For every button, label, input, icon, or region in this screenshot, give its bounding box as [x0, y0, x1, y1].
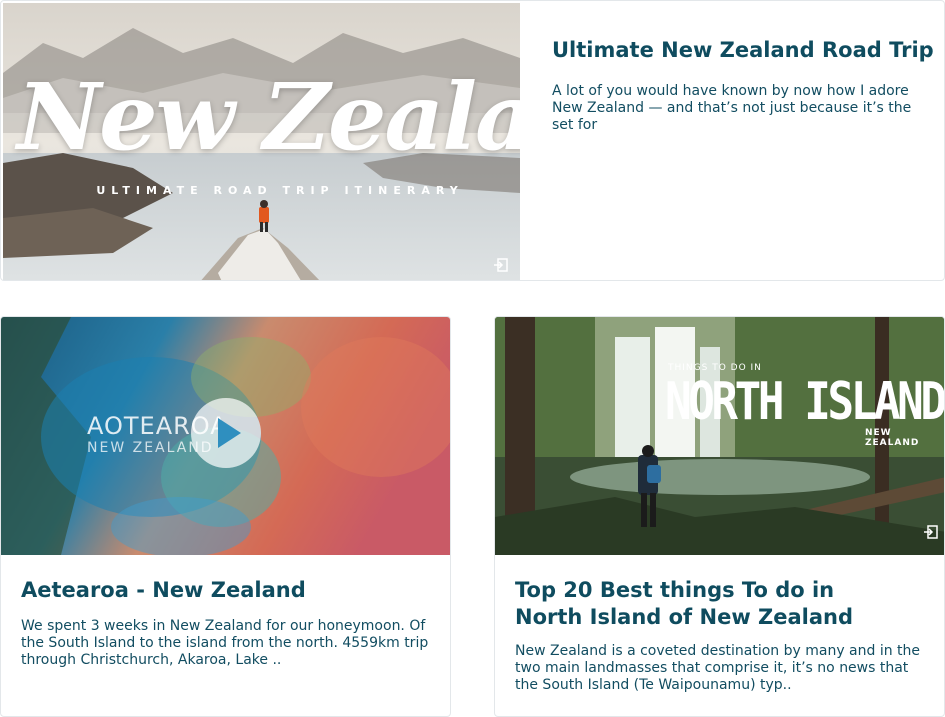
post-title[interactable]: Ultimate New Zealand Road Trip: [552, 37, 934, 63]
play-button[interactable]: [191, 398, 261, 468]
post-card-aotearoa[interactable]: AOTEAROA NEW ZEALAND Aetearoa - New Zeal…: [0, 316, 451, 717]
post-thumbnail[interactable]: AOTEAROA NEW ZEALAND: [1, 317, 450, 555]
thumbnail-subline: NEW ZEALAND: [865, 428, 920, 448]
thumbnail-subline: ULTIMATE ROAD TRIP ITINERARY: [96, 184, 464, 197]
post-thumbnail[interactable]: New Zealand ULTIMATE ROAD TRIP ITINERARY: [3, 3, 520, 280]
post-excerpt: We spent 3 weeks in New Zealand for our …: [21, 618, 429, 668]
post-title[interactable]: Aetearoa - New Zealand: [21, 577, 306, 603]
post-excerpt: A lot of you would have known by now how…: [552, 83, 912, 133]
post-card-north-island[interactable]: THINGS TO DO IN NORTH ISLAND NEW ZEALAND…: [494, 316, 945, 717]
post-thumbnail[interactable]: THINGS TO DO IN NORTH ISLAND NEW ZEALAND: [495, 317, 944, 555]
external-link-icon[interactable]: [493, 257, 509, 273]
thumbnail-headline: NORTH ISLAND: [665, 372, 944, 432]
post-excerpt: New Zealand is a coveted destination by …: [515, 643, 921, 693]
play-icon: [218, 418, 241, 448]
post-card-road-trip[interactable]: New Zealand ULTIMATE ROAD TRIP ITINERARY…: [0, 0, 945, 281]
post-title[interactable]: Top 20 Best things To do in North Island…: [515, 577, 853, 631]
thumbnail-headline: New Zealand: [17, 63, 520, 171]
post-title-line: Top 20 Best things To do in: [515, 578, 835, 602]
post-title-line: North Island of New Zealand: [515, 605, 854, 629]
external-link-icon[interactable]: [923, 524, 939, 540]
